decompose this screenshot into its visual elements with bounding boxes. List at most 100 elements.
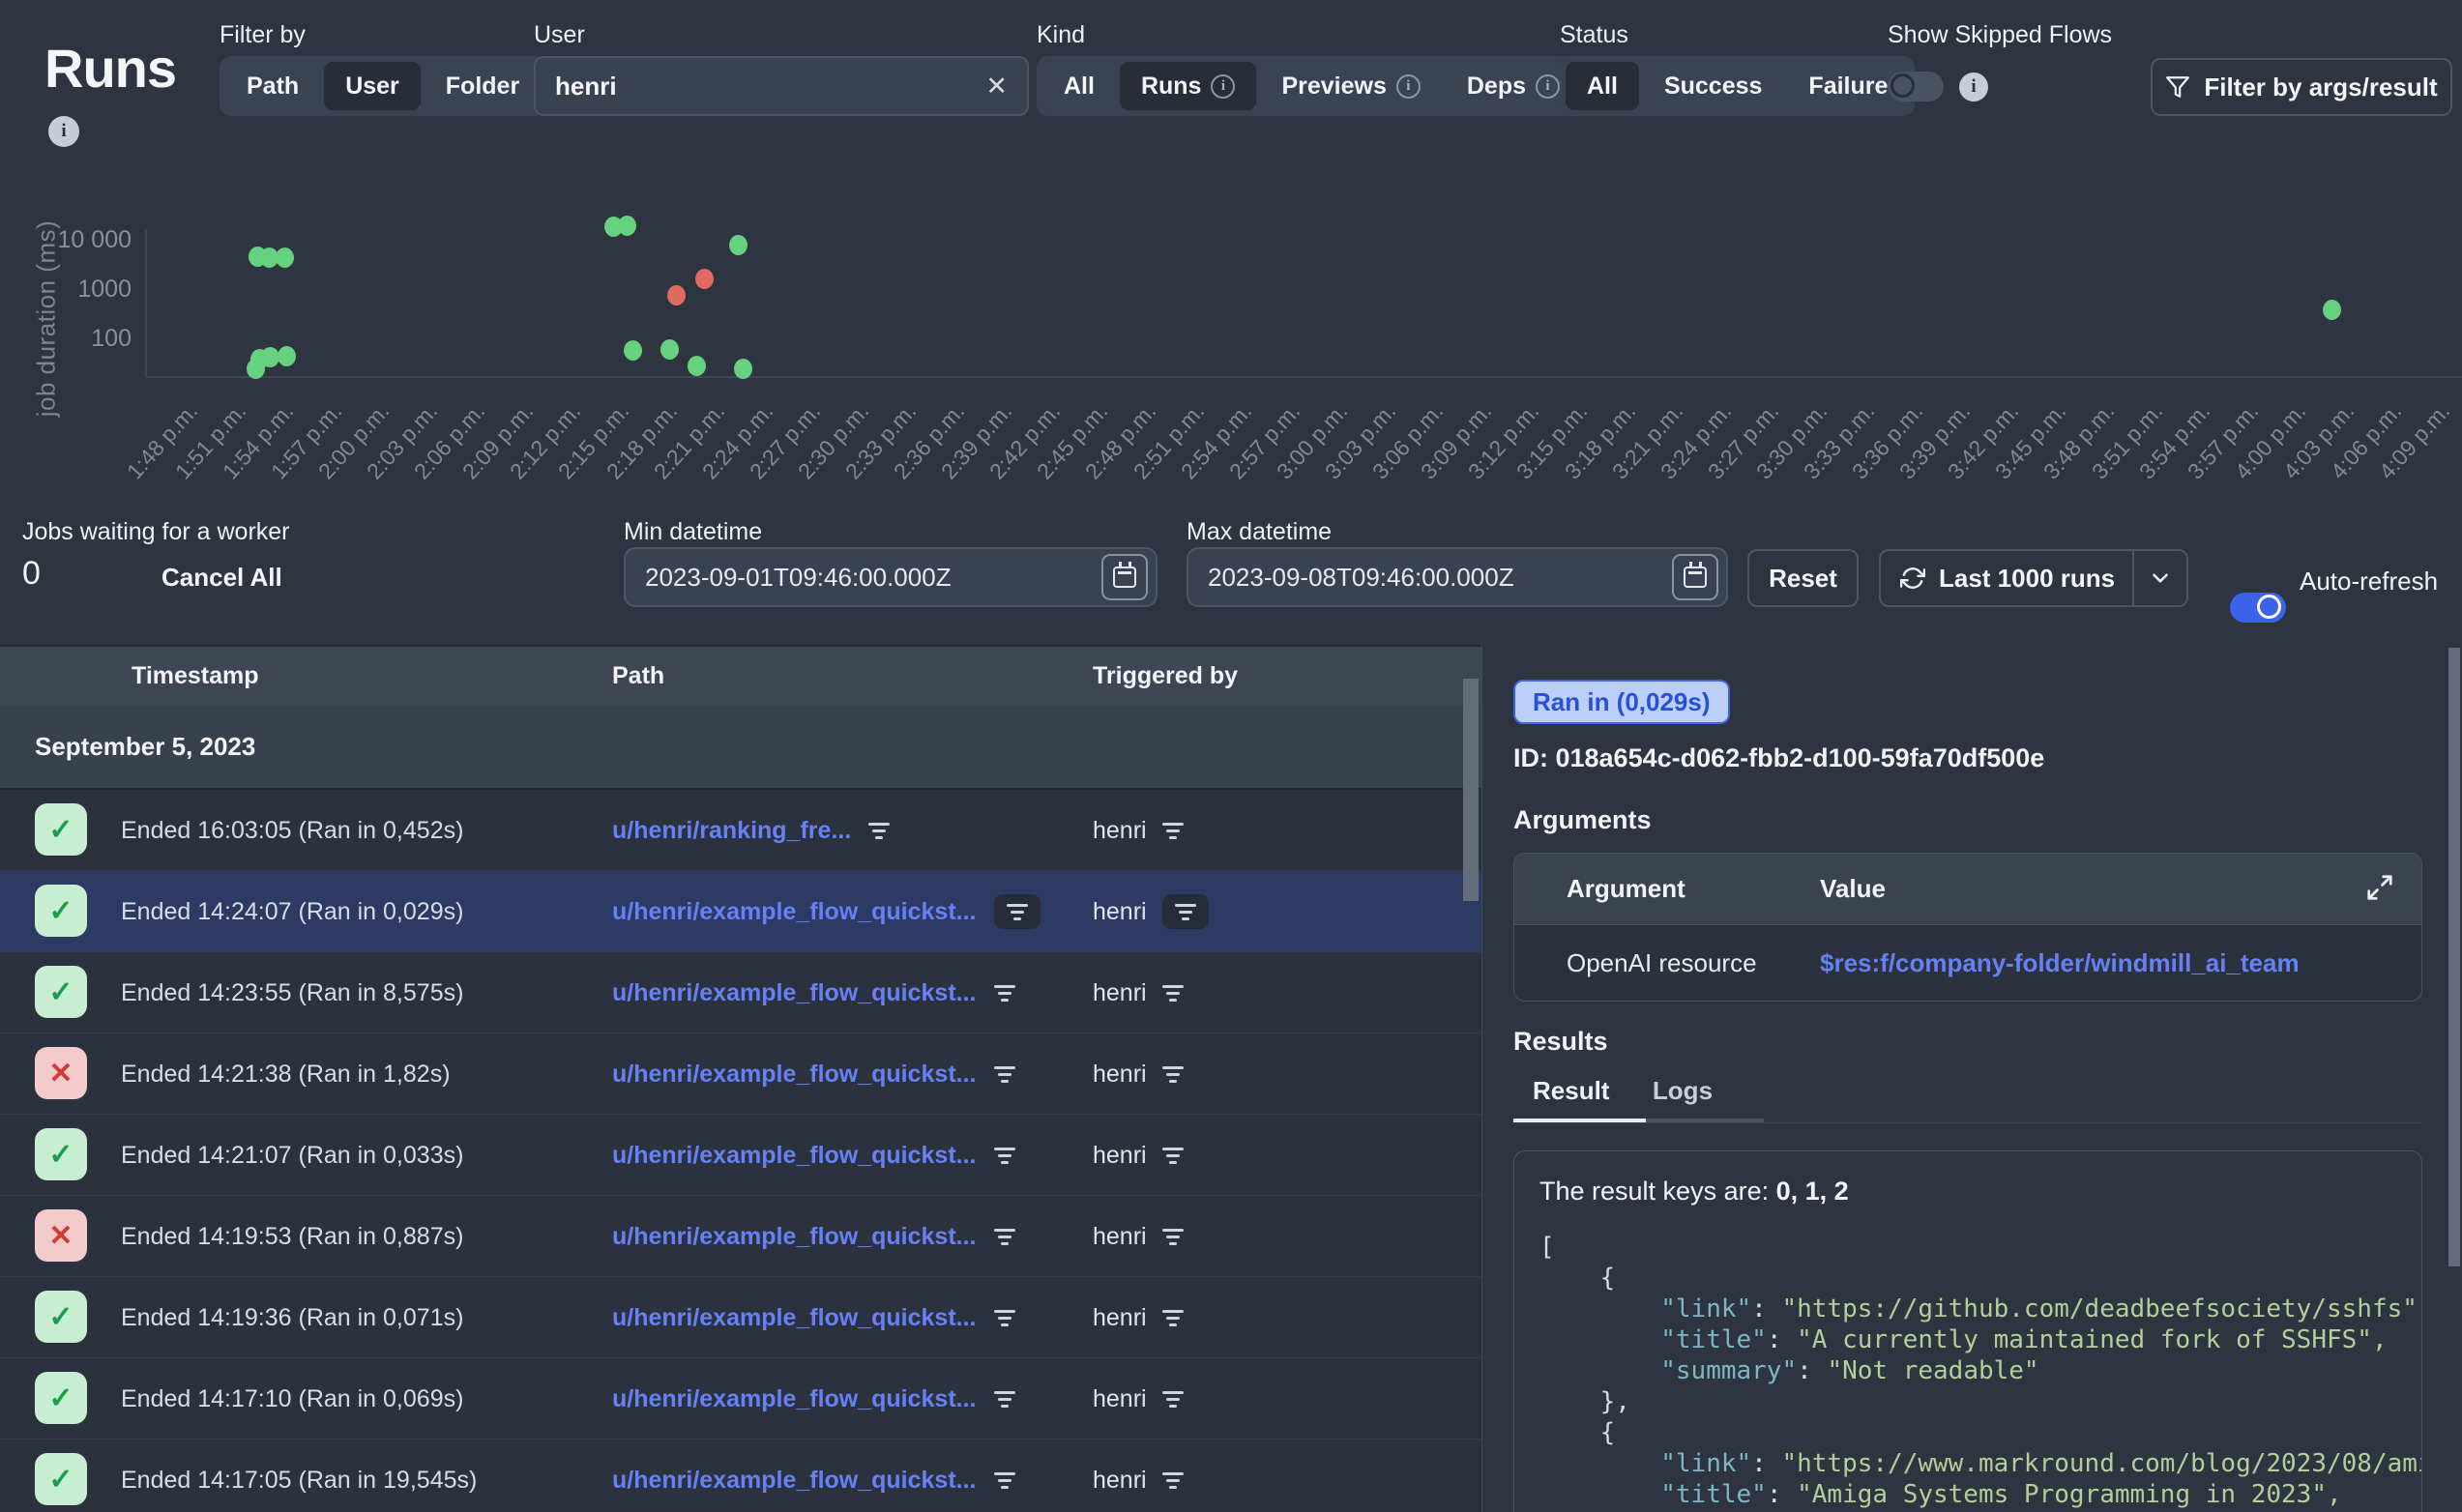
triggered-by-value: henri <box>1093 817 1147 845</box>
cancel-all-button[interactable]: Cancel All <box>161 563 282 593</box>
tab-result[interactable]: Result <box>1513 1076 1628 1123</box>
triggered-by-value: henri <box>1093 1304 1147 1332</box>
table-row[interactable]: ✓Ended 16:03:05 (Ran in 0,452s)u/henri/r… <box>0 790 1481 871</box>
filter-icon[interactable] <box>1162 985 1184 1002</box>
scatter-point-success[interactable] <box>734 359 752 379</box>
filter-icon[interactable] <box>1162 1391 1184 1408</box>
filter-icon[interactable] <box>1175 904 1196 920</box>
filter-icon[interactable] <box>1162 1229 1184 1245</box>
run-timestamp: Ended 14:17:05 (Ran in 19,545s) <box>121 1439 477 1512</box>
table-row[interactable]: ✕Ended 14:21:38 (Ran in 1,82s)u/henri/ex… <box>0 1033 1481 1115</box>
success-icon: ✓ <box>35 1372 87 1424</box>
run-path-link[interactable]: u/henri/example_flow_quickst... <box>612 1142 977 1170</box>
filter-icon[interactable] <box>1162 823 1184 839</box>
filter-by-user-button[interactable] <box>1162 894 1209 929</box>
run-timestamp: Ended 14:17:10 (Ran in 0,069s) <box>121 1358 463 1439</box>
run-path-link[interactable]: u/henri/example_flow_quickst... <box>612 1467 977 1495</box>
table-row[interactable]: ✕Ended 14:19:53 (Ran in 0,887s)u/henri/e… <box>0 1196 1481 1277</box>
refresh-icon <box>1900 566 1925 591</box>
min-datetime-label: Min datetime <box>624 518 762 546</box>
calendar-icon <box>1113 567 1136 588</box>
argument-value-link[interactable]: $res:f/company-folder/windmill_ai_team <box>1820 948 2300 978</box>
filter-icon[interactable] <box>994 985 1015 1002</box>
scatter-point-success[interactable] <box>276 247 294 268</box>
toggle-knob <box>2257 595 2281 619</box>
filter-icon[interactable] <box>1162 1472 1184 1489</box>
result-keys-line: The result keys are: 0, 1, 2 <box>1539 1177 2421 1207</box>
run-path-link[interactable]: u/henri/example_flow_quickst... <box>612 1304 977 1332</box>
filter-icon[interactable] <box>994 1229 1015 1245</box>
scatter-point-success[interactable] <box>688 356 706 376</box>
triggered-by-value: henri <box>1093 1223 1147 1251</box>
filter-icon[interactable] <box>1162 1148 1184 1164</box>
max-datetime-calendar-button[interactable] <box>1672 554 1718 600</box>
runs-page: Runs i Filter by Path User Folder User h… <box>0 0 2462 1512</box>
success-icon: ✓ <box>35 966 87 1018</box>
table-row[interactable]: ✓Ended 14:17:05 (Ran in 19,545s)u/henri/… <box>0 1439 1481 1512</box>
filter-icon[interactable] <box>994 1391 1015 1408</box>
scatter-point-failure[interactable] <box>695 269 714 289</box>
min-datetime-value: 2023-09-01T09:46:00.000Z <box>645 563 952 593</box>
result-json-line: "title": "A currently maintained fork of… <box>1539 1324 2421 1355</box>
table-row[interactable]: ✓Ended 14:24:07 (Ran in 0,029s)u/henri/e… <box>0 871 1481 952</box>
reset-button[interactable]: Reset <box>1747 549 1859 607</box>
table-row[interactable]: ✓Ended 14:23:55 (Ran in 8,575s)u/henri/e… <box>0 952 1481 1033</box>
run-path-link[interactable]: u/henri/example_flow_quickst... <box>612 979 977 1007</box>
expand-arguments-button[interactable] <box>2365 873 2394 902</box>
last-1000-runs-button[interactable]: Last 1000 runs <box>1879 549 2188 607</box>
filter-icon[interactable] <box>994 1472 1015 1489</box>
filter-by-path-button[interactable] <box>994 894 1040 929</box>
scatter-point-failure[interactable] <box>667 285 686 305</box>
result-json-line: { <box>1539 1417 2421 1448</box>
run-path-link[interactable]: u/henri/example_flow_quickst... <box>612 1061 977 1089</box>
tab-logs[interactable]: Logs <box>1633 1076 1732 1123</box>
scatter-point-success[interactable] <box>278 346 296 366</box>
run-timestamp: Ended 14:21:38 (Ran in 1,82s) <box>121 1033 451 1115</box>
filter-icon[interactable] <box>1162 1066 1184 1083</box>
min-datetime-input[interactable]: 2023-09-01T09:46:00.000Z <box>624 547 1158 607</box>
jobs-waiting-count: 0 <box>22 555 41 593</box>
scatter-point-success[interactable] <box>624 340 642 361</box>
result-json-line: "link": "https://www.markround.com/blog/… <box>1539 1448 2421 1479</box>
run-path-link[interactable]: u/henri/example_flow_quickst... <box>612 1223 977 1251</box>
scatter-point-success[interactable] <box>618 216 636 236</box>
run-path-link[interactable]: u/henri/example_flow_quickst... <box>612 898 977 926</box>
table-row[interactable]: ✓ Ended 14:21:07 (Ran in 0,033s) u/henri/e… <box>0 1115 1481 1196</box>
auto-refresh-toggle[interactable] <box>2230 593 2286 623</box>
failure-icon: ✕ <box>35 1209 87 1262</box>
filter-icon[interactable] <box>994 1310 1015 1326</box>
triggered-by-value: henri <box>1093 1385 1147 1413</box>
run-path-link[interactable]: u/henri/example_flow_quickst... <box>612 1385 977 1413</box>
filter-icon[interactable] <box>994 1066 1015 1083</box>
panel-scrollbar[interactable] <box>2448 648 2460 1266</box>
run-detail-panel: Ran in (0,029s) ID: 018a654c-d062-fbb2-d… <box>1481 645 2462 1512</box>
chart-x-axis-line <box>145 376 2462 378</box>
filter-icon[interactable] <box>868 823 890 839</box>
scatter-point-success[interactable] <box>729 235 747 255</box>
jobs-waiting-label: Jobs waiting for a worker <box>22 518 290 546</box>
success-icon: ✓ <box>35 1128 87 1180</box>
runs-count-dropdown[interactable] <box>2132 551 2186 605</box>
date-group-row: September 5, 2023 <box>0 705 1481 790</box>
min-datetime-calendar-button[interactable] <box>1101 554 1148 600</box>
arguments-heading: Arguments <box>1513 805 1652 835</box>
table-row[interactable]: ✓Ended 14:19:36 (Ran in 0,071s)u/henri/e… <box>0 1277 1481 1358</box>
max-datetime-value: 2023-09-08T09:46:00.000Z <box>1208 563 1514 593</box>
max-datetime-input[interactable]: 2023-09-08T09:46:00.000Z <box>1187 547 1728 607</box>
scatter-point-success[interactable] <box>2323 300 2341 320</box>
filter-icon[interactable] <box>994 1148 1015 1164</box>
job-duration-chart: job duration (ms) 10 0001000100 1:48 p.m… <box>0 0 2462 503</box>
run-path-link[interactable]: u/henri/ranking_fre... <box>612 817 851 845</box>
filter-icon[interactable] <box>1007 904 1028 920</box>
arguments-table-header: Argument Value <box>1514 854 2421 925</box>
scatter-point-success[interactable] <box>660 339 679 360</box>
result-json-line: "summary": "Not readable" <box>1539 1355 2421 1386</box>
max-datetime-label: Max datetime <box>1187 518 1332 546</box>
table-scrollbar[interactable] <box>1463 679 1479 901</box>
table-row[interactable]: ✓ Ended 14:17:10 (Ran in 0,069s) u/henri/e… <box>0 1358 1481 1439</box>
col-path: Path <box>612 647 664 705</box>
tab-border <box>1513 1122 2422 1123</box>
filter-icon[interactable] <box>1162 1310 1184 1326</box>
run-timestamp: Ended 14:21:07 (Ran in 0,033s) <box>121 1115 463 1196</box>
result-keys: 0, 1, 2 <box>1776 1177 1849 1206</box>
